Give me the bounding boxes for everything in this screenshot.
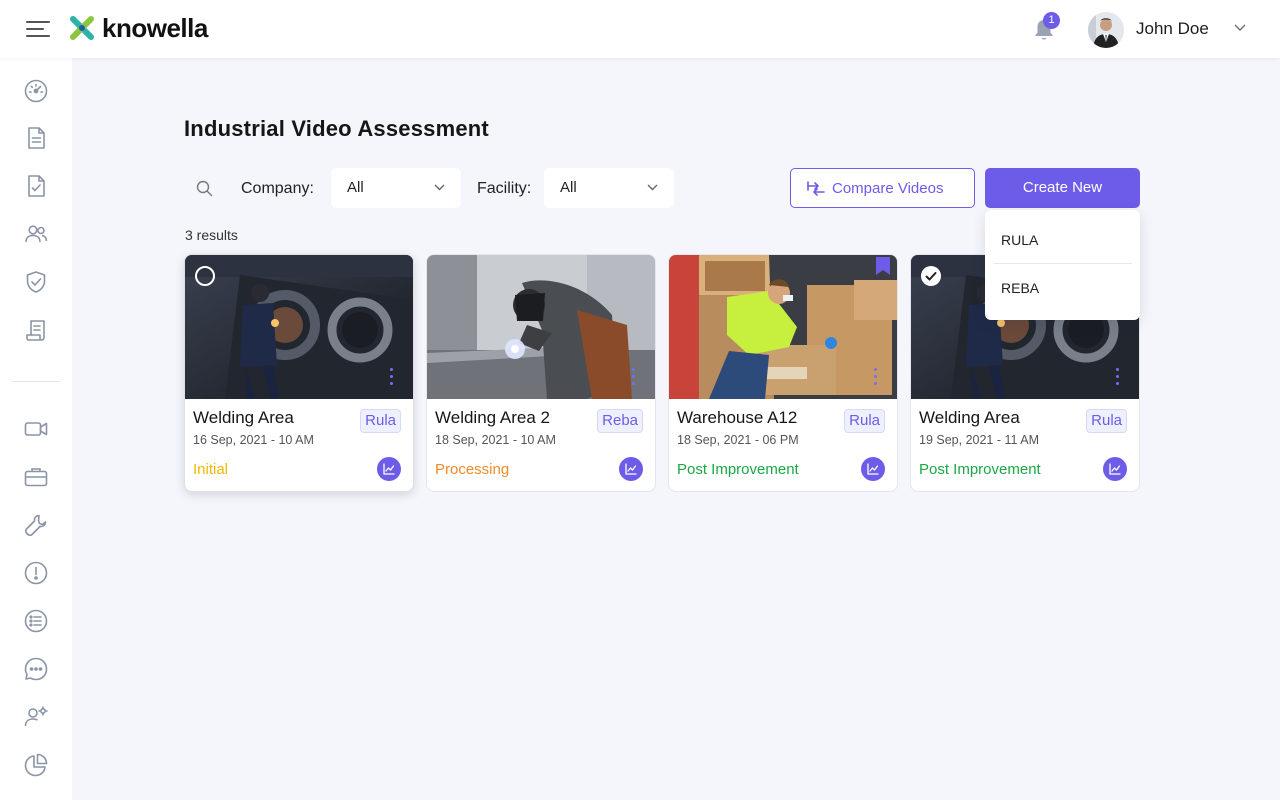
brand-name: knowella <box>102 13 208 43</box>
checkmark-icon <box>925 272 937 281</box>
card-analytics-button[interactable] <box>377 457 401 481</box>
user-avatar[interactable] <box>1088 12 1124 48</box>
shield-check-icon[interactable] <box>23 269 49 295</box>
facility-select-value: All <box>560 179 577 196</box>
bookmark-icon[interactable] <box>876 257 890 275</box>
facility-filter-label: Facility: <box>477 180 532 197</box>
pie-chart-icon[interactable] <box>23 752 49 778</box>
card-status: Processing <box>435 461 510 478</box>
card-more-options-icon[interactable] <box>632 368 636 388</box>
menu-icon[interactable] <box>26 21 50 38</box>
page-title: Industrial Video Assessment <box>184 116 489 141</box>
sidebar-divider <box>12 381 60 382</box>
card-assessment-tag: Rula <box>360 409 401 433</box>
card-assessment-tag: Rula <box>1086 409 1127 433</box>
video-thumbnail[interactable] <box>427 255 656 399</box>
card-more-options-icon[interactable] <box>874 368 878 388</box>
knowella-logo-icon <box>70 16 94 40</box>
document-icon[interactable] <box>23 125 49 151</box>
card-select-checkbox[interactable] <box>921 266 941 286</box>
card-analytics-button[interactable] <box>861 457 885 481</box>
checklist-icon[interactable] <box>23 173 49 199</box>
brand-logo[interactable]: knowella <box>68 13 208 43</box>
list-icon[interactable] <box>23 608 49 634</box>
card-assessment-tag: Rula <box>844 409 885 433</box>
card-date: 18 Sep, 2021 - 10 AM <box>435 433 556 447</box>
card-title: Welding Area <box>193 408 294 427</box>
create-new-dropdown: RULA REBA <box>985 210 1140 320</box>
wrench-icon[interactable] <box>23 512 49 538</box>
briefcase-icon[interactable] <box>23 464 49 490</box>
line-chart-icon <box>1109 463 1121 475</box>
chevron-down-icon <box>434 184 445 191</box>
user-name[interactable]: John Doe <box>1136 19 1209 39</box>
alert-icon[interactable] <box>23 560 49 586</box>
card-date: 18 Sep, 2021 - 06 PM <box>677 433 799 447</box>
card-select-checkbox[interactable] <box>195 266 215 286</box>
card-status: Post Improvement <box>919 461 1041 478</box>
compare-videos-button[interactable]: Compare Videos <box>790 168 975 208</box>
chevron-down-icon <box>647 184 658 191</box>
line-chart-icon <box>867 463 879 475</box>
video-icon[interactable] <box>23 416 49 442</box>
video-card[interactable]: Warehouse A12 18 Sep, 2021 - 06 PM Rula … <box>668 254 898 492</box>
video-thumbnail[interactable] <box>185 255 414 399</box>
company-select[interactable]: All <box>331 168 461 208</box>
compare-arrows-icon <box>807 181 825 196</box>
card-title: Welding Area <box>919 408 1020 427</box>
chat-icon[interactable] <box>23 656 49 682</box>
card-more-options-icon[interactable] <box>390 368 394 388</box>
card-analytics-button[interactable] <box>619 457 643 481</box>
card-assessment-tag: Reba <box>597 409 643 433</box>
dashboard-icon[interactable] <box>23 78 49 104</box>
chevron-down-icon[interactable] <box>1234 24 1246 32</box>
search-icon[interactable] <box>196 180 213 197</box>
results-count: 3 results <box>185 227 238 243</box>
video-card[interactable]: Welding Area 16 Sep, 2021 - 10 AM Rula I… <box>184 254 414 492</box>
create-new-button[interactable]: Create New <box>985 168 1140 208</box>
video-card[interactable]: Welding Area 2 18 Sep, 2021 - 10 AM Reba… <box>426 254 656 492</box>
company-select-value: All <box>347 179 364 196</box>
video-thumbnail[interactable] <box>669 255 898 399</box>
notification-count-badge: 1 <box>1043 12 1060 29</box>
card-date: 19 Sep, 2021 - 11 AM <box>919 433 1039 447</box>
card-status: Post Improvement <box>677 461 799 478</box>
card-title: Welding Area 2 <box>435 408 550 427</box>
facility-select[interactable]: All <box>544 168 674 208</box>
dropdown-item-reba[interactable]: REBA <box>985 264 1140 312</box>
line-chart-icon <box>625 463 637 475</box>
card-analytics-button[interactable] <box>1103 457 1127 481</box>
line-chart-icon <box>383 463 395 475</box>
dropdown-item-rula[interactable]: RULA <box>985 216 1140 264</box>
compare-videos-label: Compare Videos <box>832 180 944 197</box>
card-more-options-icon[interactable] <box>1116 368 1120 388</box>
sidebar <box>0 58 72 800</box>
report-icon[interactable] <box>23 317 49 343</box>
card-date: 16 Sep, 2021 - 10 AM <box>193 433 314 447</box>
card-title: Warehouse A12 <box>677 408 798 427</box>
top-bar: knowella 1 John Doe <box>0 0 1280 58</box>
user-photo-icon <box>1088 12 1124 48</box>
users-icon[interactable] <box>23 221 49 247</box>
card-status: Initial <box>193 461 229 478</box>
user-settings-icon[interactable] <box>23 704 49 730</box>
company-filter-label: Company: <box>241 180 314 197</box>
